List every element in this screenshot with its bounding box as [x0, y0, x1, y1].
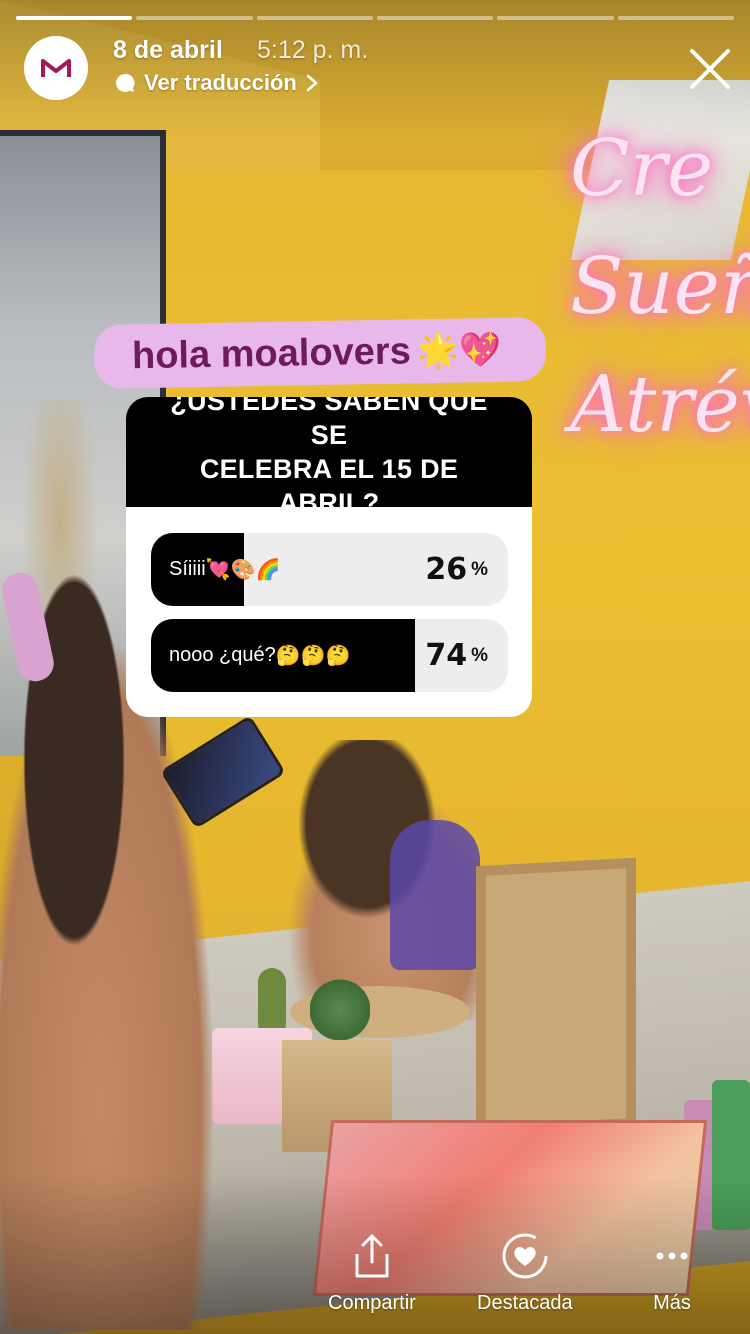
progress-segment — [497, 16, 614, 20]
story-viewer[interactable]: Cre Sueñ Atrév 8 de abril 5:12 p. m. Ver… — [0, 0, 750, 1334]
poll-option-1-percent-value: 26 — [425, 552, 468, 587]
top-gradient — [0, 0, 750, 140]
story-date: 8 de abril — [113, 36, 223, 64]
poll-option-1-text: Síiiii — [169, 558, 206, 580]
poll-question-line-2: CELEBRA EL 15 DE ABRIL? — [199, 454, 459, 518]
progress-segment-fill — [16, 16, 133, 20]
story-progress-bar — [16, 16, 734, 20]
progress-segment — [376, 16, 494, 20]
progress-segment — [136, 16, 253, 20]
highlight-heart-icon — [501, 1232, 549, 1280]
progress-segment — [256, 16, 373, 20]
close-button[interactable] — [688, 47, 732, 91]
see-translation-link[interactable]: Ver traducción — [114, 70, 319, 96]
greeting-sticker: hola moalovers 🌟💖 — [93, 317, 547, 389]
greeting-emoji: 🌟💖 — [416, 329, 502, 372]
chevron-right-icon — [305, 73, 319, 93]
poll-option-1-emoji: 💘🎨🌈 — [205, 559, 281, 581]
percent-symbol: % — [471, 558, 488, 580]
poll-sticker: ¿USTEDES SABEN QUÉ SE CELEBRA EL 15 DE A… — [126, 397, 532, 717]
poll-option-1-percent: 26 % — [425, 533, 488, 606]
poll-option-2-label: nooo ¿qué? 🤔🤔🤔 — [169, 619, 350, 692]
poll-option-2[interactable]: nooo ¿qué? 🤔🤔🤔 74 % — [151, 619, 508, 692]
poll-question: ¿USTEDES SABEN QUÉ SE CELEBRA EL 15 DE A… — [126, 397, 532, 518]
photo-succulent — [310, 970, 370, 1050]
photo-dress — [390, 820, 480, 970]
moa-logo-icon — [41, 59, 71, 77]
progress-segment — [16, 16, 133, 20]
neon-sign: Cre Sueñ Atrév — [570, 110, 750, 490]
more-dots-icon — [648, 1232, 696, 1280]
greeting-text: hola moalovers — [131, 329, 412, 377]
percent-symbol: % — [471, 644, 488, 666]
highlight-label: Destacada — [477, 1292, 573, 1314]
neon-line-3: Atrév — [570, 360, 750, 450]
poll-option-2-percent: 74 % — [425, 619, 488, 692]
close-icon — [690, 49, 730, 89]
poll-question-line-1: ¿USTEDES SABEN QUÉ SE — [170, 397, 488, 450]
poll-option-2-emoji: 🤔🤔🤔 — [275, 645, 351, 667]
poll-option-2-text: nooo ¿qué? — [169, 644, 276, 666]
see-translation-label: Ver traducción — [144, 70, 297, 95]
neon-line-2: Sueñ — [570, 242, 750, 332]
share-label: Compartir — [328, 1292, 416, 1314]
story-time: 5:12 p. m. — [257, 36, 369, 64]
poll-option-1[interactable]: Síiiii 💘🎨🌈 26 % — [151, 533, 508, 606]
poll-option-1-label: Síiiii 💘🎨🌈 — [169, 533, 280, 606]
share-button[interactable]: Compartir — [328, 1232, 416, 1315]
more-label: Más — [653, 1292, 691, 1314]
more-button[interactable]: Más — [648, 1232, 696, 1315]
translate-bubble-icon — [114, 72, 136, 94]
poll-option-2-percent-value: 74 — [425, 638, 468, 673]
progress-segment — [617, 16, 734, 20]
share-icon — [348, 1232, 396, 1280]
highlight-button[interactable]: Destacada — [477, 1232, 573, 1315]
account-avatar[interactable] — [24, 36, 88, 100]
